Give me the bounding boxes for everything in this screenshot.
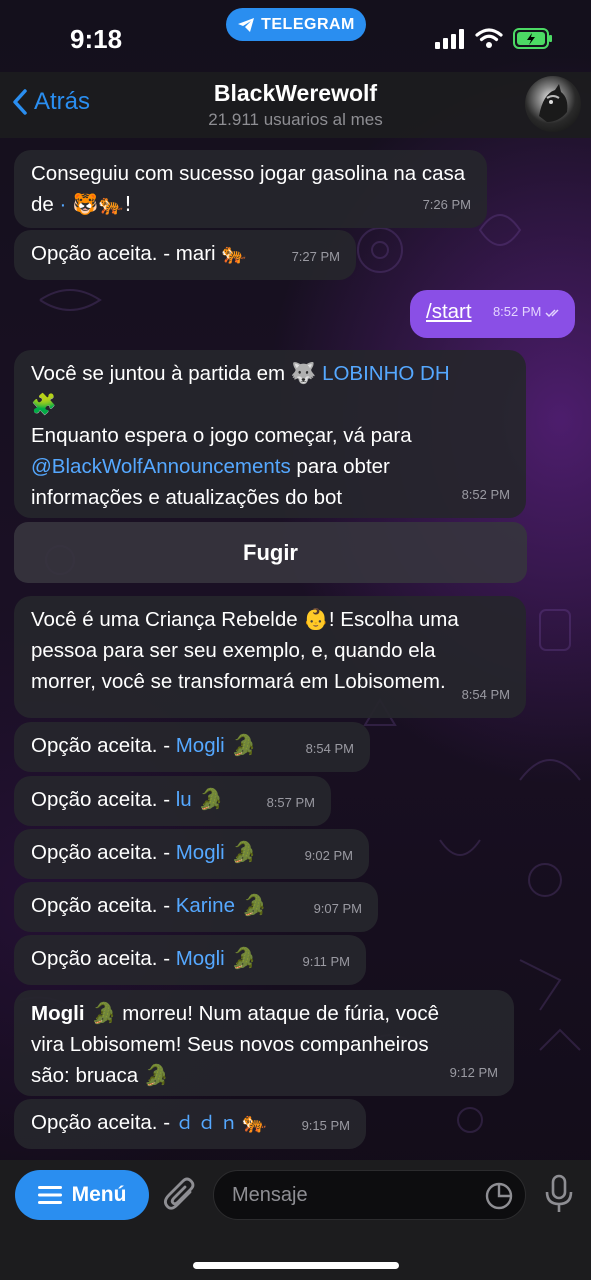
battery-icon <box>513 28 552 49</box>
message-bubble[interactable]: Opção aceita. - mari 🐅 7:27 PM <box>14 230 356 280</box>
double-check-icon <box>545 309 559 317</box>
message-text: Opção aceita. - <box>31 841 176 864</box>
message-time: 8:52 PM <box>461 487 510 502</box>
chat-title[interactable]: BlackWerewolf <box>0 80 591 107</box>
crocodile-emoji: 🐊 <box>224 946 257 970</box>
message-bubble[interactable]: Você é uma Criança Rebelde 👶! Escolha um… <box>14 596 526 718</box>
message-text: Você é uma Criança Rebelde <box>31 608 304 631</box>
menu-icon <box>37 1186 62 1204</box>
player-link[interactable]: ｄｄｎ <box>176 1113 242 1134</box>
status-icons <box>435 28 553 49</box>
message-time: 8:54 PM <box>305 741 354 756</box>
message-time: 7:26 PM <box>422 197 471 212</box>
clock: 9:18 <box>70 24 123 54</box>
message-input[interactable] <box>232 1171 482 1219</box>
voice-message-button[interactable] <box>544 1174 574 1219</box>
group-link[interactable]: LOBINHO DH <box>316 362 450 385</box>
crocodile-emoji: 🐊 <box>234 893 268 917</box>
crocodile-emoji: 🐊 <box>143 1063 170 1087</box>
puzzle-emoji: 🧩 <box>31 392 57 416</box>
message-bubble[interactable]: Opção aceita. - ｄｄｎ🐅 9:15 PM <box>14 1099 366 1149</box>
chat-header: Atrás BlackWerewolf 21.911 usuarios al m… <box>0 72 591 138</box>
tiger-emoji: 🐯🐅! <box>66 192 133 216</box>
crocodile-emoji: 🐊 <box>84 1001 117 1025</box>
message-bubble[interactable]: Opção aceita. - Mogli 🐊 9:02 PM <box>14 829 369 879</box>
message-bubble[interactable]: Mogli 🐊 morreu! Num ataque de fúria, voc… <box>14 990 514 1096</box>
start-command[interactable]: /start <box>426 300 472 323</box>
message-time: 8:57 PM <box>266 795 315 810</box>
message-text: para obter <box>290 455 390 478</box>
attach-button[interactable] <box>162 1176 198 1219</box>
message-text: ! Escolha uma <box>328 608 459 631</box>
tiger-emoji: 🐅 <box>221 241 247 265</box>
sticker-icon[interactable] <box>485 1182 513 1210</box>
message-text: Opção aceita. - <box>31 1111 176 1134</box>
message-list[interactable]: Conseguiu com sucesso jogar gasolina na … <box>0 138 591 1160</box>
telegram-return-pill[interactable]: TELEGRAM <box>226 8 366 41</box>
message-text: Você se juntou à partida em <box>31 362 291 385</box>
wifi-icon <box>475 28 503 48</box>
player-link[interactable]: Mogli <box>176 841 225 864</box>
message-time: 8:54 PM <box>461 687 510 702</box>
message-time: 9:15 PM <box>301 1118 350 1133</box>
message-text: Opção aceita. - mari <box>31 242 222 265</box>
bot-avatar[interactable] <box>525 76 581 132</box>
wolf-avatar-image <box>539 84 568 122</box>
message-text: são: bruaca <box>31 1064 144 1087</box>
wolf-emoji: 🐺 <box>290 361 317 385</box>
message-bubble[interactable]: Opção aceita. - Karine 🐊 9:07 PM <box>14 882 378 932</box>
tiger-emoji: 🐅 <box>241 1110 268 1134</box>
status-bar: 9:18 TELEGRAM <box>0 0 591 72</box>
message-text: Opção aceita. - <box>31 734 176 757</box>
player-link[interactable]: Mogli <box>176 734 225 757</box>
microphone-icon <box>545 1174 573 1212</box>
input-bar: Menú <box>0 1160 591 1280</box>
message-time: 8:52 PM <box>493 296 563 327</box>
home-indicator[interactable] <box>193 1262 399 1269</box>
player-link[interactable]: Karine <box>176 894 235 917</box>
bot-menu-button[interactable]: Menú <box>15 1170 149 1220</box>
message-bubble[interactable]: Opção aceita. - lu 🐊 8:57 PM <box>14 776 331 826</box>
paperclip-icon <box>164 1177 195 1210</box>
signal-icon <box>435 28 464 49</box>
message-text: Opção aceita. - <box>31 947 176 970</box>
channel-link[interactable]: @BlackWolfAnnouncements <box>31 455 291 478</box>
message-bubble[interactable]: Opção aceita. - Mogli 🐊 9:11 PM <box>14 935 366 985</box>
crocodile-emoji: 🐊 <box>224 840 257 864</box>
baby-emoji: 👶 <box>303 607 329 631</box>
message-text: informações e atualizações do bot <box>31 486 343 509</box>
message-time: 9:07 PM <box>313 901 362 916</box>
message-bubble[interactable]: Opção aceita. - Mogli 🐊 8:54 PM <box>14 722 370 772</box>
paper-plane-icon <box>238 17 255 32</box>
message-text: Opção aceita. - <box>31 788 176 811</box>
message-text: Opção aceita. - <box>31 894 176 917</box>
message-text: Enquanto espera o jogo começar, vá para <box>31 424 412 447</box>
message-input-container[interactable] <box>213 1170 526 1220</box>
outgoing-message-bubble[interactable]: /start 8:52 PM <box>410 290 575 338</box>
player-link[interactable]: lu <box>176 788 192 811</box>
crocodile-emoji: 🐊 <box>224 733 257 757</box>
chat-subtitle: 21.911 usuarios al mes <box>208 110 383 129</box>
message-bubble[interactable]: Você se juntou à partida em 🐺 LOBINHO DH… <box>14 350 526 518</box>
message-text: morrer, você se transformará em Lobisome… <box>31 670 446 693</box>
menu-label: Menú <box>71 1183 127 1206</box>
message-text: morreu! Num ataque de fúria, você <box>116 1002 440 1025</box>
message-time: 9:02 PM <box>304 848 353 863</box>
message-time: 9:11 PM <box>302 954 350 969</box>
message-time: 9:12 PM <box>449 1065 498 1080</box>
flee-button[interactable]: Fugir <box>14 522 527 583</box>
crocodile-emoji: 🐊 <box>191 787 224 811</box>
player-name: Mogli <box>31 1002 85 1025</box>
telegram-pill-label: TELEGRAM <box>261 15 355 33</box>
message-time: 7:27 PM <box>291 249 340 264</box>
message-bubble[interactable]: Conseguiu com sucesso jogar gasolina na … <box>14 150 487 228</box>
player-link[interactable]: Mogli <box>176 947 225 970</box>
message-text: pessoa para ser seu exemplo, e, quando e… <box>31 639 436 662</box>
message-text: vira Lobisomem! Seus novos companheiros <box>31 1033 429 1056</box>
